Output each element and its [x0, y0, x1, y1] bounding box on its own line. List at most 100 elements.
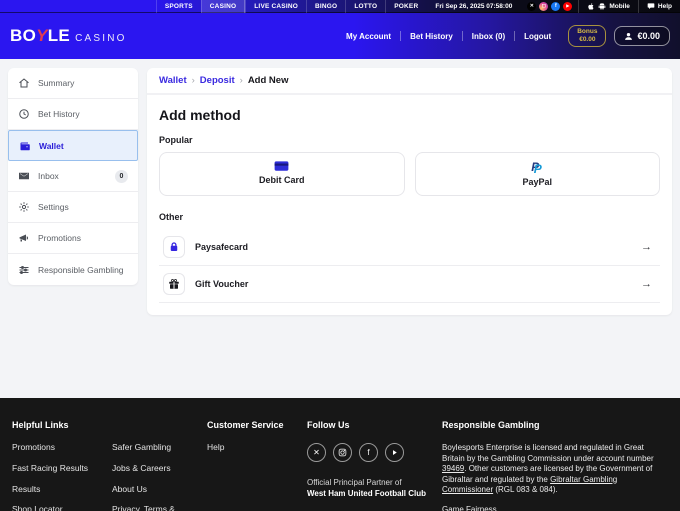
mail-icon	[18, 170, 30, 182]
method-name: Gift Voucher	[195, 279, 248, 289]
game-fairness-link[interactable]: Game Fairness	[442, 505, 668, 511]
header-nav: My Account Bet History Inbox (0) Logout	[337, 31, 560, 41]
topnav-casino[interactable]: CASINO	[201, 0, 245, 13]
topnav-poker[interactable]: POKER	[385, 0, 426, 13]
logout-link[interactable]: Logout	[515, 32, 560, 41]
logo-le: LE	[48, 26, 70, 45]
footer-link-privacy-terms[interactable]: Privacy, Terms & Conditions	[112, 505, 198, 511]
megaphone-icon	[18, 232, 30, 244]
gift-voucher-method-row[interactable]: Gift Voucher →	[159, 266, 660, 303]
footer-link-about-us[interactable]: About Us	[112, 485, 198, 495]
content-area: Summary Bet History Wallet Inbox 0	[0, 59, 680, 398]
footer-link-promotions[interactable]: Promotions	[12, 443, 98, 453]
footer-heading: Helpful Links	[12, 420, 207, 430]
bonus-balance-button[interactable]: Bonus €0.00	[568, 25, 606, 47]
breadcrumb-wallet[interactable]: Wallet	[159, 75, 187, 86]
youtube-icon[interactable]: ▶	[563, 2, 572, 11]
person-icon	[624, 32, 633, 41]
sidebar-item-wallet[interactable]: Wallet	[8, 130, 138, 161]
bet-history-link[interactable]: Bet History	[401, 32, 462, 41]
topnav-lotto[interactable]: LOTTO	[345, 0, 385, 13]
paypal-icon: P P	[530, 160, 544, 174]
partner-line-1: Official Principal Partner of	[307, 478, 442, 487]
account-balance-button[interactable]: €0.00	[614, 26, 670, 46]
home-icon	[18, 77, 30, 89]
sidebar-item-promotions[interactable]: Promotions	[8, 223, 138, 254]
footer-link-help[interactable]: Help	[207, 443, 307, 453]
bonus-label: Bonus	[577, 28, 597, 36]
chevron-right-icon: ›	[192, 75, 195, 86]
add-method-section: Add method Popular Debit Card P P	[147, 95, 672, 315]
sidebar-item-summary[interactable]: Summary	[8, 68, 138, 99]
footer-helpful-links: Helpful Links Promotions Fast Racing Res…	[12, 420, 207, 511]
apple-icon	[587, 2, 595, 11]
mobile-label: Mobile	[609, 3, 630, 10]
main-header: BOYLE CASINO My Account Bet History Inbo…	[0, 13, 680, 59]
lock-icon	[163, 236, 185, 258]
sidebar-item-label: Inbox	[38, 171, 59, 181]
balance-amount: €0.00	[637, 31, 660, 41]
footer-link-shop-locator[interactable]: Shop Locator	[12, 505, 98, 511]
breadcrumb-add-new: Add New	[248, 75, 289, 86]
partner-line-2: West Ham United Football Club	[307, 489, 442, 498]
inbox-count-badge: 0	[115, 170, 128, 183]
gift-icon	[163, 273, 185, 295]
footer: Helpful Links Promotions Fast Racing Res…	[0, 398, 680, 511]
page-title: Add method	[159, 107, 660, 123]
footer-heading: Follow Us	[307, 420, 442, 430]
breadcrumb-deposit[interactable]: Deposit	[200, 75, 235, 86]
bonus-value: €0.00	[577, 36, 597, 44]
x-twitter-icon[interactable]: ✕	[307, 443, 326, 462]
sidebar-item-bet-history[interactable]: Bet History	[8, 99, 138, 130]
facebook-icon[interactable]: f	[551, 2, 560, 11]
other-section-label: Other	[159, 212, 660, 222]
topnav-bingo[interactable]: BINGO	[306, 0, 345, 13]
wallet-deposit-panel: Wallet › Deposit › Add New Add method Po…	[147, 68, 672, 315]
sidebar-item-label: Bet History	[38, 109, 80, 119]
topnav-live-casino[interactable]: LIVE CASINO	[245, 0, 306, 13]
debit-card-method-button[interactable]: Debit Card	[159, 152, 405, 196]
arrow-right-icon: →	[641, 278, 656, 290]
youtube-icon[interactable]	[385, 443, 404, 462]
sidebar-item-label: Summary	[38, 78, 74, 88]
paysafecard-method-row[interactable]: Paysafecard →	[159, 229, 660, 266]
logo-bo: BO	[10, 26, 36, 45]
method-name: Paysafecard	[195, 242, 248, 252]
topnav-sports[interactable]: SPORTS	[156, 0, 201, 13]
sidebar-item-responsible-gambling[interactable]: Responsible Gambling	[8, 254, 138, 285]
mobile-apps-link[interactable]: Mobile	[578, 0, 638, 13]
debit-card-icon	[274, 160, 289, 172]
sidebar-item-settings[interactable]: Settings	[8, 192, 138, 223]
footer-heading: Customer Service	[207, 420, 307, 430]
footer-link-jobs-careers[interactable]: Jobs & Careers	[112, 464, 198, 474]
boyle-casino-logo[interactable]: BOYLE CASINO	[10, 26, 127, 46]
instagram-icon[interactable]	[333, 443, 352, 462]
footer-responsible-gambling: Responsible Gambling Boylesports Enterpr…	[442, 420, 668, 511]
sidebar-item-inbox[interactable]: Inbox 0	[8, 161, 138, 192]
page: SPORTS CASINO LIVE CASINO BINGO LOTTO PO…	[0, 0, 680, 511]
instagram-icon[interactable]: ◻	[539, 2, 548, 11]
chat-bubble-icon	[647, 2, 655, 10]
my-account-link[interactable]: My Account	[337, 32, 400, 41]
help-link[interactable]: Help	[638, 0, 680, 13]
footer-link-safer-gambling[interactable]: Safer Gambling	[112, 443, 198, 453]
x-twitter-icon[interactable]: ✕	[527, 2, 536, 11]
android-icon	[598, 2, 606, 11]
paypal-method-button[interactable]: P P PayPal	[415, 152, 661, 196]
inbox-link[interactable]: Inbox (0)	[463, 32, 514, 41]
account-number-link[interactable]: 39469	[442, 464, 464, 473]
help-label: Help	[658, 3, 672, 10]
popular-methods-row: Debit Card P P PayPal	[159, 152, 660, 196]
facebook-icon[interactable]: f	[359, 443, 378, 462]
footer-link-fast-racing-results[interactable]: Fast Racing Results	[12, 464, 98, 474]
breadcrumb: Wallet › Deposit › Add New	[147, 68, 672, 95]
header-account-area: My Account Bet History Inbox (0) Logout …	[337, 25, 670, 47]
footer-follow-us: Follow Us ✕ f Official Principal Partner…	[307, 420, 442, 511]
footer-heading: Responsible Gambling	[442, 420, 668, 430]
footer-link-results[interactable]: Results	[12, 485, 98, 495]
sliders-icon	[18, 264, 30, 276]
top-utility-bar: SPORTS CASINO LIVE CASINO BINGO LOTTO PO…	[0, 0, 680, 13]
history-icon	[18, 108, 30, 120]
footer-customer-service: Customer Service Help	[207, 420, 307, 511]
licensing-text: Boylesports Enterprise is licensed and r…	[442, 443, 668, 496]
